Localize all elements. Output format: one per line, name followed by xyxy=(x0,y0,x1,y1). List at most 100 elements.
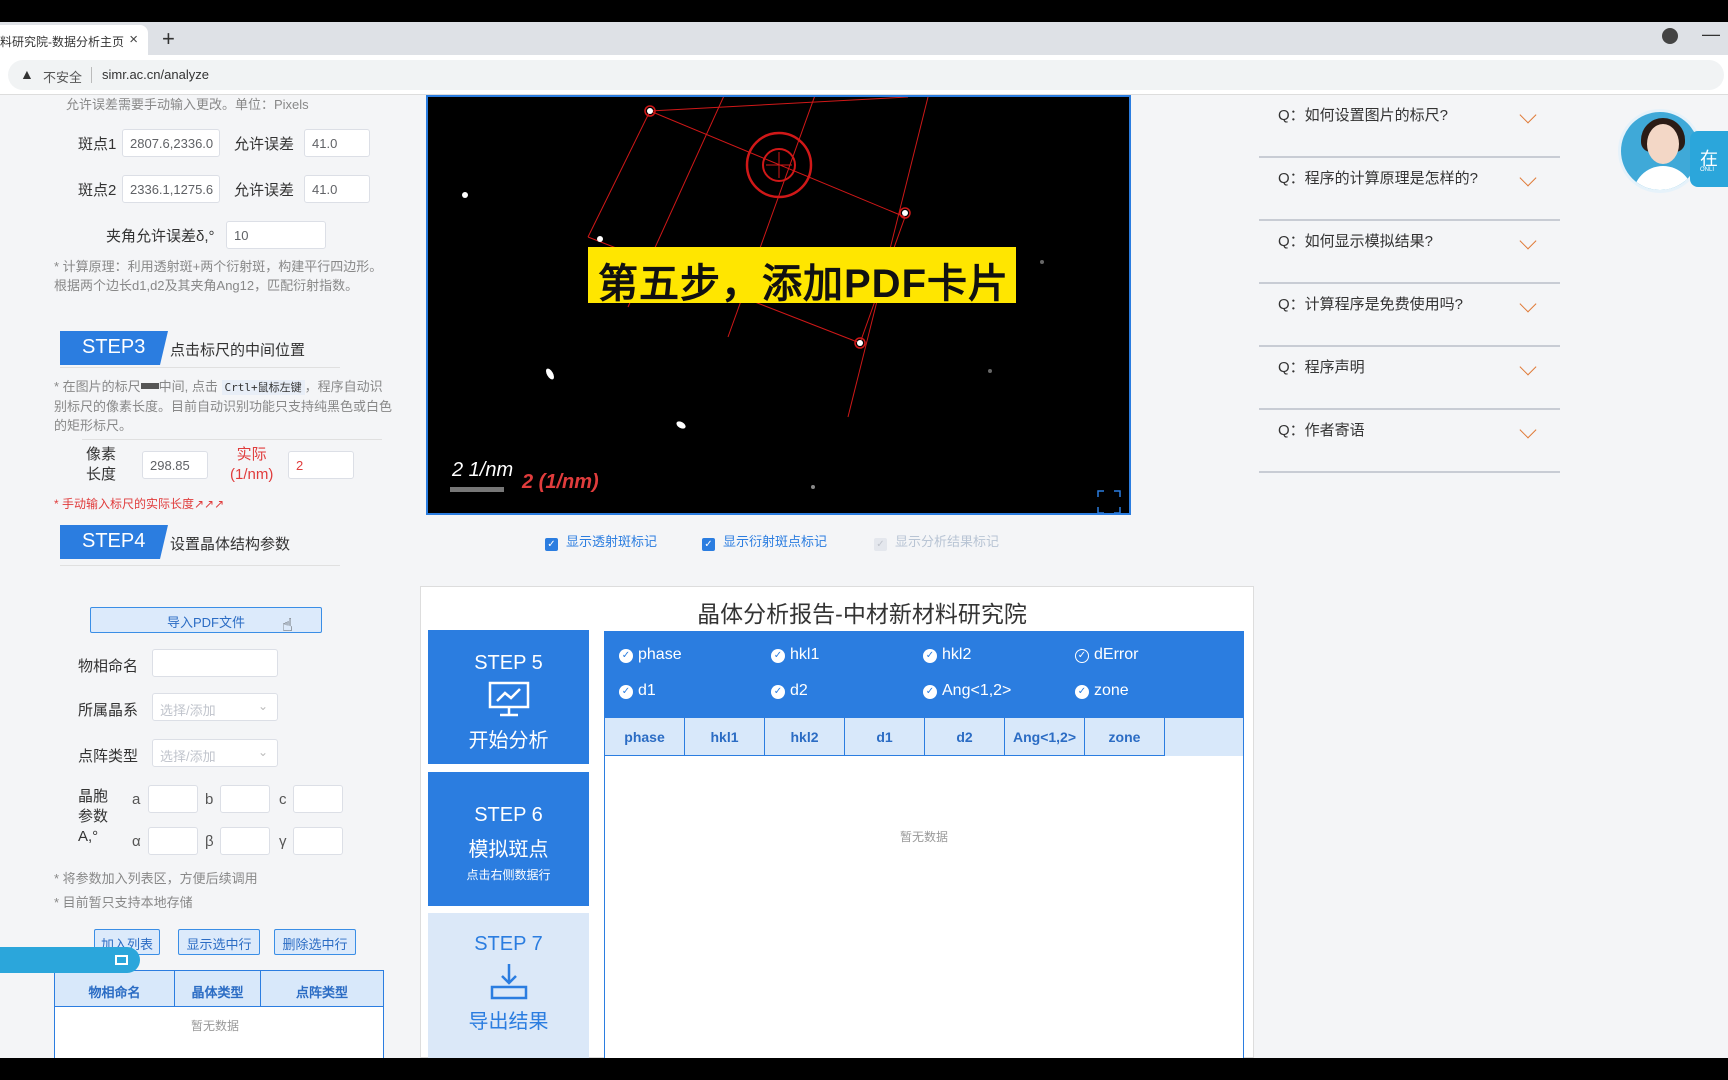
spot xyxy=(902,210,908,216)
chevron-down-icon[interactable] xyxy=(1519,106,1537,124)
phase-name-input[interactable] xyxy=(152,649,278,677)
column-header[interactable]: hkl1 xyxy=(685,718,765,756)
profile-icon[interactable] xyxy=(1662,28,1678,44)
tolerance-note: 允许误差需要手动输入更改。单位：Pixels xyxy=(66,97,309,112)
cell-b-input[interactable] xyxy=(220,785,270,813)
online-service-widget[interactable]: 在 ONLI xyxy=(1618,109,1728,193)
cell-a-label: a xyxy=(132,791,141,808)
faq-question: Q：如何设置图片的标尺? xyxy=(1278,107,1449,124)
scale-label-red: 2 (1/nm) xyxy=(522,471,599,493)
crystal-system-placeholder: 选择/添加 xyxy=(160,703,216,718)
check-circle-icon: ✓ xyxy=(619,649,633,663)
delete-selected-button[interactable]: 删除选中行 xyxy=(274,929,356,955)
checkbox-unchecked-icon[interactable]: ✓ xyxy=(874,538,887,551)
chevron-down-icon[interactable] xyxy=(1519,232,1537,250)
crystal-system-select[interactable]: 选择/添加 ⌄ xyxy=(152,693,278,721)
insecure-label[interactable]: 不安全 xyxy=(43,67,82,86)
omnibox[interactable]: ▲ 不安全 simr.ac.cn/analyze xyxy=(8,60,1724,90)
checkbox-checked-icon[interactable]: ✓ xyxy=(545,538,558,551)
faq-item[interactable]: Q：计算程序是免费使用吗? xyxy=(1259,284,1560,347)
spot xyxy=(988,369,992,373)
report-title: 晶体分析报告-中材新材料研究院 xyxy=(697,601,1027,627)
spot2-tolerance-input[interactable]: 41.0 xyxy=(304,175,370,203)
cell-a-input[interactable] xyxy=(148,785,198,813)
floating-widget[interactable] xyxy=(0,947,140,973)
warning-icon[interactable]: ▲ xyxy=(20,66,34,82)
divider xyxy=(60,565,340,566)
faq-item[interactable]: Q：程序声明 xyxy=(1259,347,1560,410)
step5-label: STEP 5 xyxy=(474,652,543,674)
browser-tab[interactable]: 料研究院-数据分析主页 × xyxy=(0,25,148,55)
spot2-label: 斑点2 xyxy=(78,182,117,199)
shortcut-kbd: Crtl+鼠标左键 xyxy=(221,380,305,395)
empty-text: 暂无数据 xyxy=(900,830,949,844)
column-header[interactable]: 点阵类型 xyxy=(261,971,383,1006)
column-header[interactable]: d2 xyxy=(925,718,1005,756)
phase-table: 物相命名 晶体类型 点阵类型 暂无数据 xyxy=(54,970,384,1058)
step3-note-b: 中间, 点击 xyxy=(158,379,218,394)
spot1-input[interactable]: 2807.6,2336.0 xyxy=(122,129,220,157)
spot xyxy=(811,485,815,489)
step6-simulate-button[interactable]: STEP 6 模拟斑点 点击右侧数据行 xyxy=(428,772,589,906)
column-header[interactable]: Ang<1,2> xyxy=(1005,718,1085,756)
faq-item[interactable]: Q：如何显示模拟结果? xyxy=(1259,221,1560,284)
close-tab-icon[interactable]: × xyxy=(129,31,138,48)
column-toggle[interactable]: ✓ zone xyxy=(1075,682,1129,700)
online-service-tab[interactable]: 在 ONLI xyxy=(1690,131,1728,187)
angle-tolerance-input[interactable]: 10 xyxy=(226,221,326,249)
checkbox-checked-icon[interactable]: ✓ xyxy=(702,538,715,551)
column-header[interactable]: d1 xyxy=(845,718,925,756)
check-circle-icon: ✓ xyxy=(771,685,785,699)
column-header[interactable]: 物相命名 xyxy=(55,971,175,1006)
spot2-input[interactable]: 2336.1,1275.6 xyxy=(122,175,220,203)
pixel-length-input[interactable]: 298.85 xyxy=(142,451,208,479)
step7-title: 导出结果 xyxy=(468,1011,549,1033)
spot1-tolerance-input[interactable]: 41.0 xyxy=(304,129,370,157)
cell-alpha-input[interactable] xyxy=(148,827,198,855)
faq-question: Q：作者寄语 xyxy=(1278,422,1365,439)
check-circle-icon: ✓ xyxy=(619,685,633,699)
column-header[interactable]: zone xyxy=(1085,718,1165,756)
column-toggle[interactable]: ✓ hkl1 xyxy=(771,646,819,664)
faq-item[interactable]: Q：程序的计算原理是怎样的? xyxy=(1259,158,1560,221)
step5-start-analysis-button[interactable]: STEP 5 开始分析 xyxy=(428,630,589,764)
pixel-length-label-line1: 像素 xyxy=(86,446,117,463)
show-selected-button[interactable]: 显示选中行 xyxy=(178,929,260,955)
column-header[interactable]: 晶体类型 xyxy=(175,971,261,1006)
spot1-tolerance-label: 允许误差 xyxy=(234,136,295,153)
chevron-down-icon[interactable] xyxy=(1519,169,1537,187)
cell-beta-input[interactable] xyxy=(220,827,270,855)
lattice-type-select[interactable]: 选择/添加 ⌄ xyxy=(152,739,278,767)
actual-length-input[interactable]: 2 xyxy=(288,451,354,479)
step7-export-button[interactable]: STEP 7 导出结果 xyxy=(428,913,589,1058)
new-tab-button[interactable]: + xyxy=(162,26,175,52)
show-result-checkbox[interactable]: ✓ 显示分析结果标记 xyxy=(874,531,999,551)
overlay-caption: 第五步，添加PDF卡片 xyxy=(588,247,1016,306)
column-toggle[interactable]: ✓ d1 xyxy=(619,682,656,700)
chevron-down-icon[interactable] xyxy=(1519,421,1537,439)
column-header[interactable]: phase xyxy=(605,718,685,756)
cell-c-input[interactable] xyxy=(293,785,343,813)
column-toggle[interactable]: ✓ dError xyxy=(1075,646,1138,664)
chevron-down-icon[interactable] xyxy=(1519,295,1537,313)
column-header[interactable]: hkl2 xyxy=(765,718,845,756)
url-text[interactable]: simr.ac.cn/analyze xyxy=(102,67,209,82)
fullscreen-icon[interactable] xyxy=(1097,490,1121,513)
cursor-icon: ☝ xyxy=(282,615,293,635)
cell-gamma-input[interactable] xyxy=(293,827,343,855)
spot xyxy=(857,340,863,346)
cell-b-label: b xyxy=(205,791,214,808)
minimize-icon[interactable]: — xyxy=(1702,24,1720,45)
faq-item[interactable]: Q：如何设置图片的标尺? xyxy=(1259,95,1560,158)
column-toggle[interactable]: ✓ d2 xyxy=(771,682,808,700)
column-toggle[interactable]: ✓ Ang<1,2> xyxy=(923,682,1011,700)
show-diffraction-checkbox[interactable]: ✓ 显示衍射斑点标记 xyxy=(702,531,827,551)
column-toggle[interactable]: ✓ hkl2 xyxy=(923,646,971,664)
chevron-down-icon: ⌄ xyxy=(257,745,268,759)
show-transmission-checkbox[interactable]: ✓ 显示透射斑标记 xyxy=(545,531,657,551)
step7-label: STEP 7 xyxy=(474,933,543,955)
chevron-down-icon[interactable] xyxy=(1519,358,1537,376)
faq-item[interactable]: Q：作者寄语 xyxy=(1259,410,1560,473)
column-toggle[interactable]: ✓ phase xyxy=(619,646,682,664)
diffraction-image[interactable]: 第五步，添加PDF卡片 2 1/nm 2 (1/nm) xyxy=(426,95,1131,515)
